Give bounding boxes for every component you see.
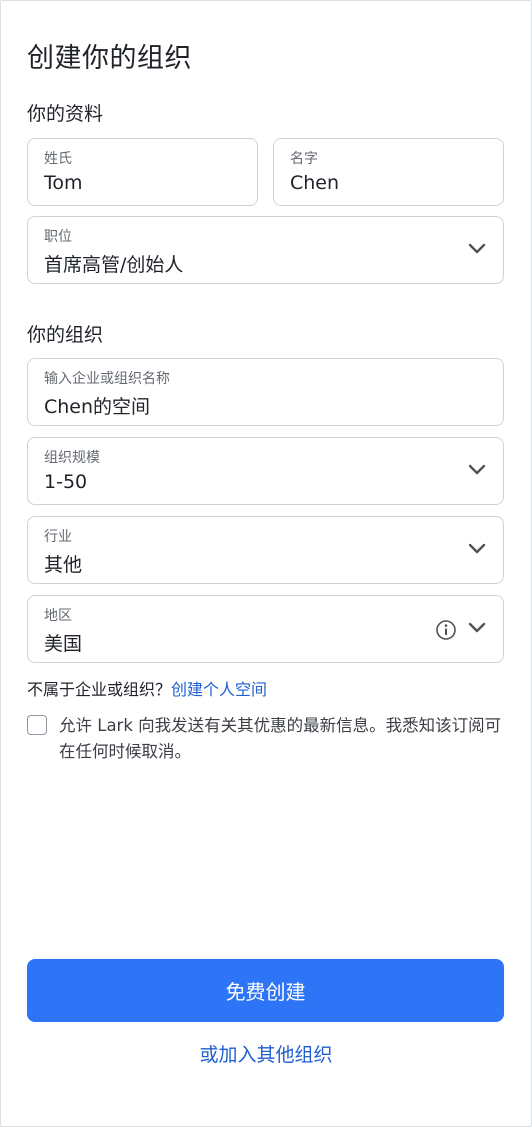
organization-name-label: 输入企业或组织名称 xyxy=(44,371,170,387)
organization-size-select[interactable]: 组织规模 1-50 xyxy=(27,437,504,505)
first-name-value[interactable]: Chen xyxy=(290,172,339,194)
last-name-label: 姓氏 xyxy=(44,151,72,167)
region-label: 地区 xyxy=(44,608,72,624)
chevron-down-icon[interactable] xyxy=(467,542,487,556)
industry-label: 行业 xyxy=(44,529,72,545)
region-select[interactable]: 地区 美国 xyxy=(27,595,504,663)
first-name-field[interactable]: 名字 Chen xyxy=(273,138,504,206)
chevron-down-icon[interactable] xyxy=(467,242,487,256)
no-organization-row: 不属于企业或组织？创建个人空间 xyxy=(27,676,267,700)
join-other-organization-link[interactable]: 或加入其他组织 xyxy=(0,1040,532,1067)
profile-section-title: 你的资料 xyxy=(27,103,104,125)
no-organization-text: 不属于企业或组织？ xyxy=(27,680,172,699)
job-title-label: 职位 xyxy=(44,229,72,245)
job-title-value: 首席高管/创始人 xyxy=(44,254,184,276)
organization-name-field[interactable]: 输入企业或组织名称 Chen的空间 xyxy=(27,358,504,426)
organization-size-label: 组织规模 xyxy=(44,450,100,466)
chevron-down-icon[interactable] xyxy=(467,463,487,477)
organization-size-value: 1-50 xyxy=(44,471,88,493)
last-name-field[interactable]: 姓氏 Tom xyxy=(27,138,258,206)
page-title: 创建你的组织 xyxy=(27,43,192,74)
create-free-button[interactable]: 免费创建 xyxy=(27,959,504,1022)
marketing-consent-checkbox[interactable] xyxy=(27,715,47,735)
organization-section-title: 你的组织 xyxy=(27,324,104,346)
last-name-value[interactable]: Tom xyxy=(44,172,83,194)
region-value: 美国 xyxy=(44,633,83,655)
industry-value: 其他 xyxy=(44,554,83,576)
first-name-label: 名字 xyxy=(290,151,318,167)
info-icon[interactable] xyxy=(435,619,457,641)
job-title-select[interactable]: 职位 首席高管/创始人 xyxy=(27,216,504,284)
industry-select[interactable]: 行业 其他 xyxy=(27,516,504,584)
chevron-down-icon[interactable] xyxy=(467,621,487,635)
marketing-consent-text: 允许 Lark 向我发送有关其优惠的最新信息。我悉知该订阅可在任何时候取消。 xyxy=(59,716,502,761)
organization-name-value[interactable]: Chen的空间 xyxy=(44,392,150,419)
create-personal-space-link[interactable]: 创建个人空间 xyxy=(171,680,267,699)
